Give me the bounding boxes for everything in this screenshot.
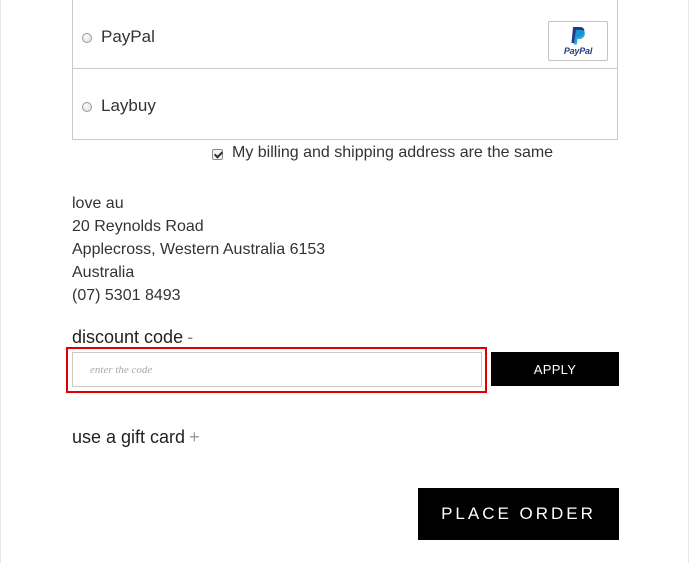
laybuy-radio[interactable] [82, 102, 92, 112]
discount-code-input[interactable] [72, 352, 482, 387]
paypal-label: PayPal [101, 27, 155, 46]
place-order-button[interactable]: PLACE ORDER [418, 488, 619, 540]
address-street: 20 Reynolds Road [72, 218, 204, 235]
payment-option-laybuy[interactable]: Laybuy [73, 69, 617, 139]
shipping-address: love au 20 Reynolds Road Applecross, Wes… [72, 192, 325, 307]
laybuy-label: Laybuy [101, 96, 156, 115]
apply-discount-button[interactable]: APPLY [491, 352, 619, 386]
billing-same-checkbox[interactable] [212, 149, 223, 160]
paypal-logo-icon: PayPal [548, 21, 608, 61]
gift-card-title: use a gift card [72, 427, 186, 447]
discount-code-title: discount code [72, 327, 184, 347]
paypal-p-icon [571, 27, 585, 45]
discount-collapse-toggle[interactable]: - [187, 327, 193, 347]
billing-same-label: My billing and shipping address are the … [232, 144, 554, 161]
discount-code-heading[interactable]: discount code - [72, 327, 193, 348]
address-country: Australia [72, 264, 135, 281]
address-name: love au [72, 195, 124, 212]
gift-card-expand-toggle[interactable]: + [189, 427, 200, 447]
address-city-line: Applecross, Western Australia 6153 [72, 241, 326, 258]
page-border-left [0, 0, 1, 563]
paypal-radio[interactable] [82, 33, 92, 43]
address-phone: (07) 5301 8493 [72, 287, 181, 304]
gift-card-heading[interactable]: use a gift card + [72, 427, 200, 448]
page-border-right [688, 0, 689, 563]
paypal-logo-text: PayPal [563, 46, 593, 56]
payment-methods-box: PayPal PayPal Laybuy [72, 0, 618, 140]
payment-option-paypal[interactable]: PayPal PayPal [73, 0, 617, 69]
